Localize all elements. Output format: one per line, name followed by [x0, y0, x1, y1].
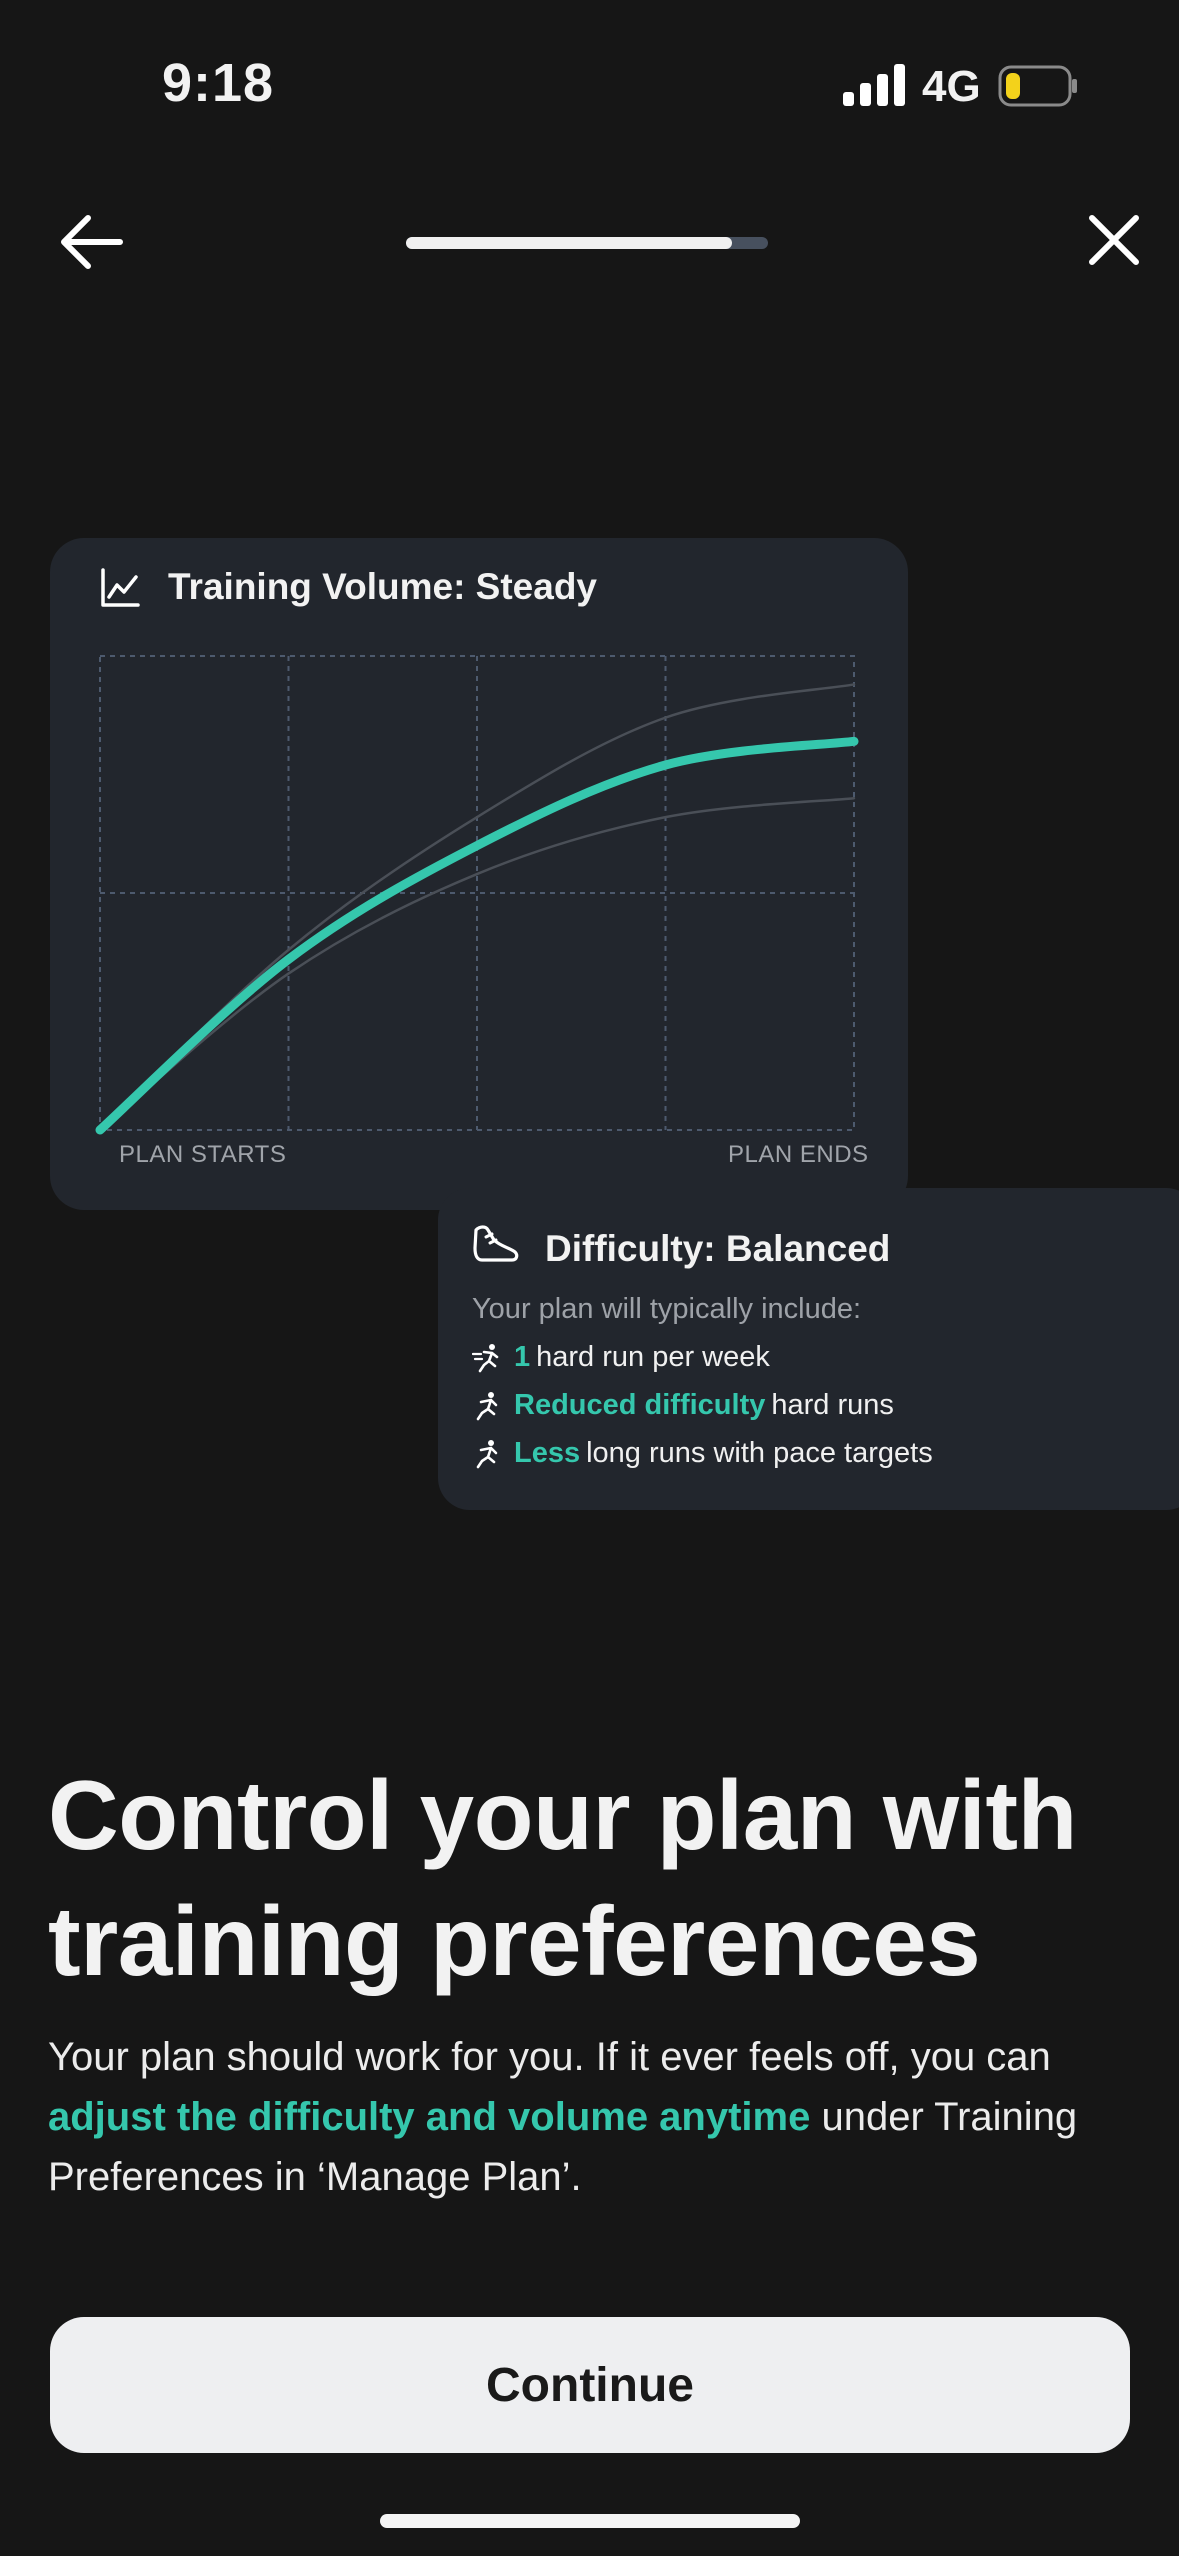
difficulty-item-text: hard run per week	[536, 1341, 770, 1373]
home-indicator[interactable]	[380, 2514, 800, 2528]
progress-fill	[406, 237, 732, 249]
close-icon[interactable]	[1086, 212, 1142, 268]
x-tick-plan-ends: PLAN ENDS	[728, 1141, 869, 1168]
description-highlight: adjust the difficulty and volume anytime	[48, 2095, 811, 2139]
training-volume-card	[50, 538, 908, 1210]
battery-icon	[998, 65, 1077, 107]
runner-icon	[476, 1439, 498, 1468]
training-volume-title: Training Volume: Steady	[168, 566, 598, 607]
x-tick-plan-starts: PLAN STARTS	[119, 1141, 287, 1168]
difficulty-item: 1 hard run per week	[472, 1341, 770, 1374]
difficulty-item-text: long runs with pace targets	[586, 1437, 933, 1469]
difficulty-item: Less long runs with pace targets	[472, 1437, 933, 1470]
running-shoe-icon	[473, 1225, 519, 1262]
page-title: Control your plan with training preferen…	[48, 1760, 1077, 1996]
difficulty-item-highlight: Less	[514, 1437, 581, 1469]
difficulty-item: Reduced difficulty hard runs	[472, 1389, 894, 1422]
network-label: 4G	[922, 62, 981, 111]
signal-icon	[843, 64, 905, 106]
difficulty-item-highlight: Reduced difficulty	[514, 1389, 766, 1421]
onboarding-progress-bar	[406, 237, 768, 249]
description-text: Your plan should work for you. If it eve…	[48, 2027, 1138, 2207]
continue-button[interactable]: Continue	[50, 2317, 1130, 2453]
description-part-1: Your plan should work for you. If it eve…	[48, 2035, 1051, 2079]
runner-icon	[476, 1391, 498, 1420]
difficulty-title: Difficulty: Balanced	[545, 1228, 891, 1269]
status-time: 9:18	[162, 53, 275, 113]
difficulty-subtitle: Your plan will typically include:	[472, 1293, 862, 1325]
difficulty-item-text: hard runs	[771, 1389, 894, 1421]
back-arrow-icon[interactable]	[58, 212, 124, 272]
fast-runner-icon	[472, 1343, 499, 1372]
line-chart-icon	[101, 568, 140, 607]
difficulty-item-highlight: 1	[514, 1341, 531, 1373]
